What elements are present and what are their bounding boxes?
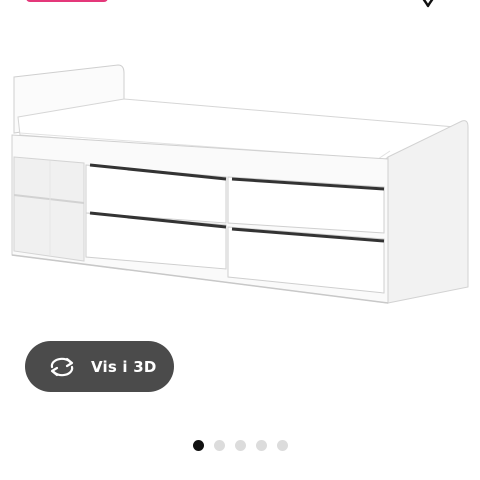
rotate-360-icon — [47, 356, 77, 378]
carousel-dot-1[interactable] — [193, 440, 204, 451]
carousel-dot-2[interactable] — [214, 440, 225, 451]
view-in-3d-label: Vis i 3D — [91, 357, 157, 376]
carousel-dot-3[interactable] — [235, 440, 246, 451]
heart-icon — [422, 0, 434, 8]
product-image — [0, 55, 480, 315]
product-page: Vis i 3D — [0, 0, 480, 480]
view-in-3d-button[interactable]: Vis i 3D — [25, 341, 174, 392]
product-badge — [26, 0, 108, 2]
carousel-pagination — [193, 440, 288, 451]
carousel-dot-4[interactable] — [256, 440, 267, 451]
favorite-button[interactable] — [412, 0, 444, 8]
carousel-dot-5[interactable] — [277, 440, 288, 451]
